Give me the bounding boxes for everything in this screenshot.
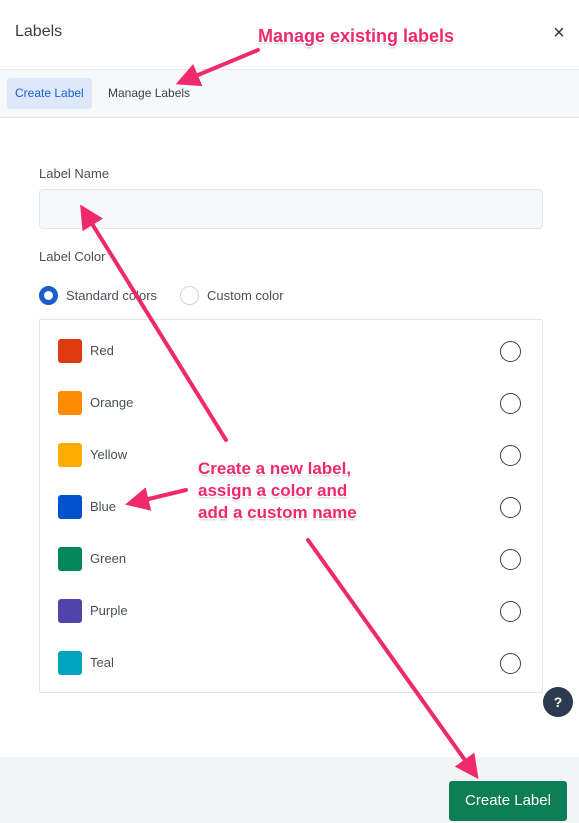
annotation-line: add a custom name bbox=[198, 503, 357, 522]
standard-colors-label: Standard colors bbox=[66, 287, 158, 303]
yellow-swatch bbox=[58, 443, 82, 467]
teal-swatch bbox=[58, 651, 82, 675]
tab-create-label[interactable]: Create Label bbox=[7, 78, 92, 109]
custom-color-label: Custom color bbox=[207, 287, 284, 303]
color-name: Green bbox=[90, 551, 127, 566]
color-option-teal[interactable]: Teal bbox=[40, 637, 542, 689]
blue-swatch bbox=[58, 495, 82, 519]
color-radio[interactable] bbox=[500, 653, 521, 674]
color-option-orange[interactable]: Orange bbox=[40, 377, 542, 429]
annotation-line: Create a new label, bbox=[198, 459, 352, 478]
color-radio[interactable] bbox=[500, 341, 521, 362]
label-name-input[interactable] bbox=[39, 189, 543, 229]
help-button[interactable]: ? bbox=[543, 687, 573, 717]
color-radio[interactable] bbox=[500, 445, 521, 466]
label-name-heading: Label Name bbox=[39, 166, 110, 181]
color-option-red[interactable]: Red bbox=[40, 325, 542, 377]
color-option-purple[interactable]: Purple bbox=[40, 585, 542, 637]
orange-swatch bbox=[58, 391, 82, 415]
annotation-create-label: Create a new label, assign a color and a… bbox=[198, 458, 357, 524]
green-swatch bbox=[58, 547, 82, 571]
color-radio[interactable] bbox=[500, 549, 521, 570]
standard-colors-radio[interactable] bbox=[39, 285, 58, 305]
dialog-title: Labels bbox=[15, 23, 63, 40]
dialog-footer: Create Label bbox=[0, 757, 579, 823]
annotation-manage-labels: Manage existing labels bbox=[258, 26, 455, 46]
color-name: Yellow bbox=[90, 447, 128, 462]
create-label-button[interactable]: Create Label bbox=[449, 781, 567, 821]
red-swatch bbox=[58, 339, 82, 363]
color-radio[interactable] bbox=[500, 601, 521, 622]
custom-color-radio[interactable] bbox=[180, 285, 199, 305]
close-icon[interactable]: × bbox=[549, 22, 569, 44]
color-name: Orange bbox=[90, 395, 134, 410]
annotation-line: assign a color and bbox=[198, 481, 348, 500]
color-name: Blue bbox=[90, 499, 117, 514]
color-option-green[interactable]: Green bbox=[40, 533, 542, 585]
label-color-heading: Label Color bbox=[39, 249, 106, 264]
tab-manage-labels[interactable]: Manage Labels bbox=[100, 78, 198, 109]
color-radio[interactable] bbox=[500, 393, 521, 414]
purple-swatch bbox=[58, 599, 82, 623]
custom-color-option[interactable]: Custom color bbox=[180, 285, 284, 305]
color-name: Teal bbox=[90, 655, 114, 670]
color-name: Red bbox=[90, 343, 114, 358]
color-radio[interactable] bbox=[500, 497, 521, 518]
standard-colors-option[interactable]: Standard colors bbox=[39, 285, 157, 305]
tab-bar: Create Label Manage Labels bbox=[0, 70, 579, 118]
color-name: Purple bbox=[90, 603, 128, 618]
